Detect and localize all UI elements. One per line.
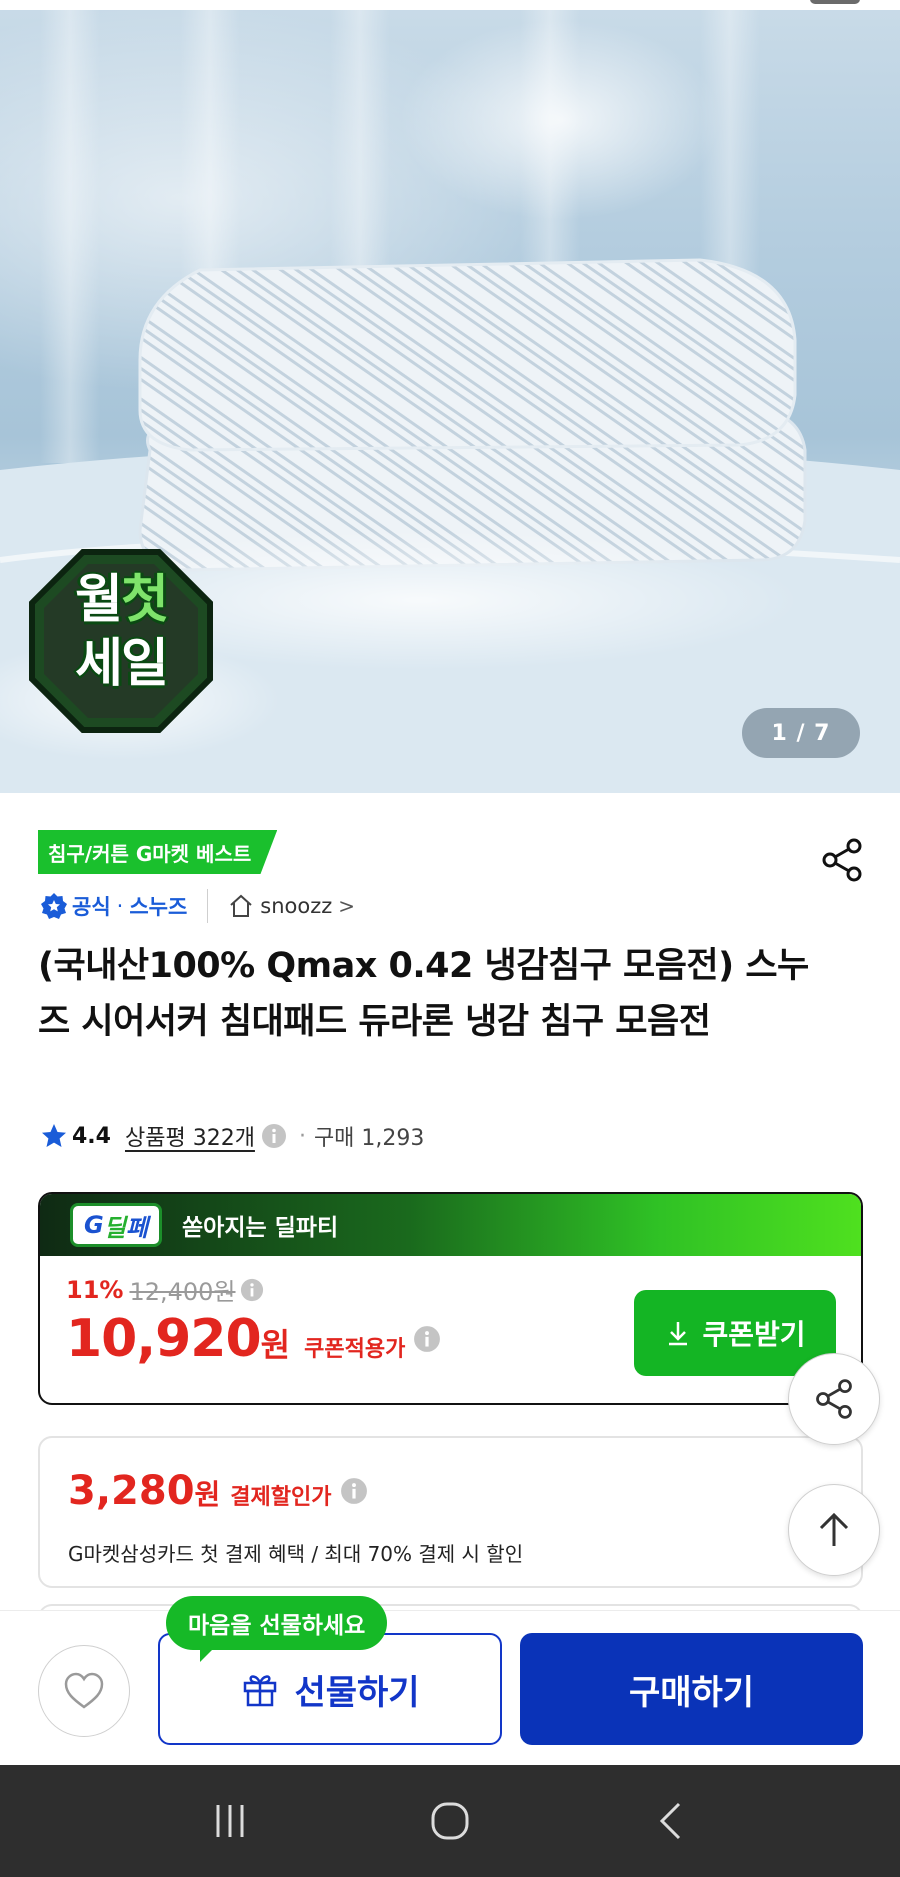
discount-line: 11% 12,400원 [66,1272,441,1307]
coupon-price-label: 쿠폰적용가 [304,1337,406,1362]
info-icon[interactable] [413,1325,441,1353]
product-image-carousel[interactable]: 월첫 세일 1 / 7 [0,0,900,793]
divider [207,889,209,923]
separator-dot: · [298,1123,306,1149]
gift-button-label: 선물하기 [294,1672,420,1713]
home-circle-icon [431,1802,469,1840]
deal-header-text: 쏟아지는 딜파티 [182,1215,339,1241]
card-discount-box[interactable]: 3,280 원 결제할인가 G마켓삼성카드 첫 결제 혜택 / 최대 70% 결… [38,1436,863,1588]
deal-header: G딜페 쏟아지는 딜파티 [40,1194,861,1256]
download-icon [669,1322,688,1346]
back-icon [659,1802,681,1840]
heart-icon [64,1672,104,1709]
review-count-link[interactable]: 상품평 322개 [125,1120,255,1152]
wishlist-button[interactable] [38,1645,130,1737]
card-discount-price: 3,280 [68,1468,195,1514]
chevron-right-icon: > [338,894,356,918]
brand-link[interactable]: 스누즈 [129,891,187,921]
buy-button[interactable]: 구매하기 [520,1633,863,1745]
recent-apps-icon [216,1805,244,1837]
back-nav-button[interactable] [635,1791,705,1851]
badge-char-accent: 첫 [121,570,169,630]
system-nav-bar [0,1765,900,1877]
badge-text: 월첫 세일 [28,568,214,696]
seller-row: 공식 · 스누즈 snoozz > [40,886,355,926]
floating-share-button[interactable] [788,1353,880,1445]
arrow-up-icon [819,1512,849,1546]
gift-tooltip: 마음을 선물하세요 [166,1596,388,1662]
gift-tooltip-text: 마음을 선물하세요 [188,1613,366,1639]
home-icon [230,894,252,917]
card-benefit-text: G마켓삼성카드 첫 결제 혜택 / 최대 70% 결제 시 할인 [68,1542,524,1566]
final-price-line: 10,920 원 쿠폰적용가 [66,1309,441,1369]
star-icon [42,1124,66,1147]
original-price: 12,400원 [129,1278,236,1306]
info-icon[interactable] [240,1278,264,1302]
gift-icon [244,1675,277,1707]
discount-percent: 11% [66,1275,124,1304]
monthly-sale-badge: 월첫 세일 [28,548,214,734]
scroll-to-top-button[interactable] [788,1484,880,1576]
card-price-line: 3,280 원 결제할인가 [68,1468,368,1514]
tooltip-tail [200,1648,214,1662]
logo-part: 페 [125,1213,148,1242]
gdeal-logo: G딜페 [70,1203,162,1247]
purchase-count: 구매 1,293 [313,1126,425,1151]
payment-discount-label: 결제할인가 [230,1485,332,1510]
currency-unit: 원 [194,1478,221,1511]
info-icon[interactable] [340,1477,368,1505]
logo-part: 딜 [103,1213,126,1242]
price-area: 11% 12,400원 10,920 원 쿠폰적용가 [66,1272,441,1369]
separator-dot: · [116,894,124,918]
final-price: 10,920 [66,1309,262,1369]
share-icon [816,1379,852,1419]
rating-score: 4.4 [72,1123,111,1149]
rating-row: 4.4 상품평 322개 · 구매 1,293 [40,1114,424,1158]
share-icon[interactable] [818,836,866,884]
currency-unit: 원 [260,1326,291,1364]
badge-line2: 세일 [75,634,169,694]
product-title: (국내산100% Qmax 0.42 냉감침구 모음전) 스누즈 시어서커 침대… [38,946,809,1042]
best-category-tag[interactable]: 침구/커튼 G마켓 베스트 [38,830,278,874]
official-badge-icon [41,893,67,919]
logo-part: G [84,1211,104,1239]
deal-party-box: G딜페 쏟아지는 딜파티 11% 12,400원 10,920 원 쿠폰적용가 [38,1192,863,1405]
badge-char: 월 [75,570,123,630]
official-label: 공식 [72,895,111,919]
coupon-button-label: 쿠폰받기 [702,1319,806,1350]
info-icon[interactable] [261,1123,287,1149]
image-counter: 1 / 7 [742,708,860,758]
store-link[interactable]: snoozz [260,894,332,918]
bottom-action-bar: 선물하기 구매하기 [0,1610,900,1765]
home-nav-button[interactable] [415,1791,485,1851]
recent-apps-button[interactable] [195,1791,265,1851]
